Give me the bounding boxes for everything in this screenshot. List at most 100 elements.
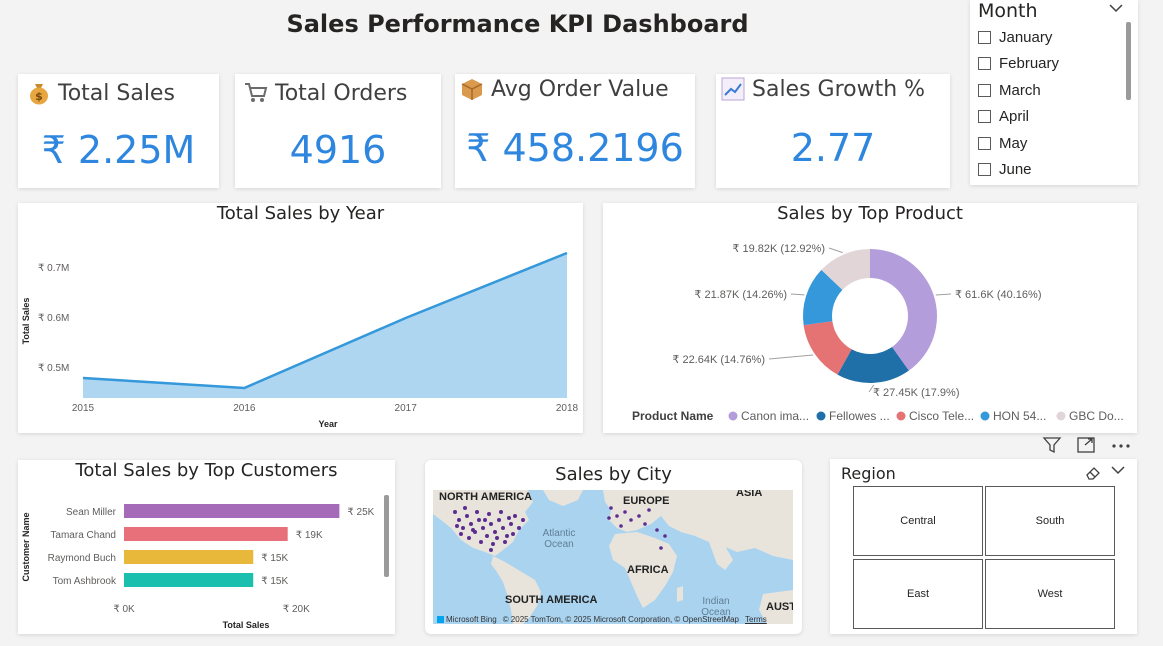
package-icon bbox=[461, 79, 483, 100]
map-sales-by-city[interactable]: Sales by City NORTH AMERICA EUROPE ASIA … bbox=[425, 460, 802, 634]
donut-chart: ₹ 61.6K (40.16%) ₹ 27.45K (17.9%) ₹ 22.64K… bbox=[632, 243, 1124, 423]
bar[interactable] bbox=[124, 573, 254, 587]
month-option[interactable]: June bbox=[978, 157, 1059, 184]
kpi-card-total-orders[interactable]: Total Orders 4916 bbox=[235, 74, 441, 188]
scrollbar[interactable] bbox=[1126, 22, 1131, 100]
x-axis-label: Year bbox=[318, 419, 338, 429]
month-option[interactable]: January bbox=[978, 24, 1059, 51]
data-label: ₹ 19K bbox=[296, 530, 323, 541]
chart-sales-by-year[interactable]: Total Sales by Year ₹ 0.5M ₹ 0.6M ₹ 0.7M 20… bbox=[18, 203, 583, 433]
checkbox[interactable] bbox=[978, 57, 991, 71]
slicer-title: Month bbox=[978, 0, 1038, 22]
leader-line bbox=[790, 293, 805, 296]
kpi-value: ₹ 2.25M bbox=[41, 128, 196, 172]
region-tile-west[interactable]: West bbox=[985, 559, 1115, 629]
kpi-card-sales-growth[interactable]: Sales Growth % 2.77 bbox=[716, 74, 950, 188]
city-marker bbox=[609, 506, 613, 510]
kpi-title-row: $ Total Sales bbox=[26, 80, 175, 106]
map-terms-link[interactable]: Terms bbox=[745, 615, 767, 624]
city-marker bbox=[475, 510, 479, 514]
kpi-card-avg-order-value[interactable]: Avg Order Value ₹ 458.2196 bbox=[455, 74, 695, 188]
focus-mode-icon[interactable] bbox=[1076, 436, 1096, 454]
legend-marker[interactable] bbox=[980, 411, 990, 421]
legend-item[interactable]: Canon ima... bbox=[741, 409, 809, 423]
filter-icon[interactable] bbox=[1042, 436, 1062, 454]
month-slicer[interactable]: Month January February March April May J… bbox=[970, 0, 1138, 185]
area-chart: ₹ 0.5M ₹ 0.6M ₹ 0.7M 2015 2016 2017 2018 Year To… bbox=[21, 251, 579, 429]
legend-item[interactable]: Fellowes ... bbox=[829, 409, 890, 423]
legend-item[interactable]: Cisco Tele... bbox=[909, 409, 974, 423]
chevron-down-icon[interactable] bbox=[1108, 2, 1124, 14]
map-label-australia: AUST bbox=[766, 601, 793, 613]
city-marker bbox=[509, 522, 513, 526]
city-marker bbox=[499, 510, 503, 514]
city-marker bbox=[471, 528, 475, 532]
city-marker bbox=[455, 524, 459, 528]
kpi-title: Sales Growth % bbox=[752, 76, 926, 102]
chart-sales-by-top-product[interactable]: Sales by Top Product ₹ 61.6K (40.16%) ₹ 2… bbox=[603, 203, 1137, 433]
checkbox[interactable] bbox=[978, 163, 991, 177]
checkbox[interactable] bbox=[978, 136, 991, 150]
y-tick-label: ₹ 0.7M bbox=[38, 263, 69, 274]
svg-text:$: $ bbox=[35, 90, 43, 103]
kpi-card-total-sales[interactable]: $ Total Sales ₹ 2.25M bbox=[18, 74, 219, 188]
y-axis-label: Total Sales bbox=[21, 298, 31, 345]
legend-marker[interactable] bbox=[816, 411, 826, 421]
region-tile-south[interactable]: South bbox=[985, 486, 1115, 556]
donut-slice[interactable] bbox=[870, 249, 937, 371]
city-marker bbox=[615, 514, 619, 518]
region-tile-central[interactable]: Central bbox=[853, 486, 983, 556]
scrollbar[interactable] bbox=[384, 495, 389, 577]
bar[interactable] bbox=[124, 527, 288, 541]
region-tile-east[interactable]: East bbox=[853, 559, 983, 629]
checkbox[interactable] bbox=[978, 110, 991, 124]
month-label: June bbox=[999, 161, 1032, 179]
kpi-title-row: Total Orders bbox=[243, 80, 407, 106]
checkbox[interactable] bbox=[978, 30, 991, 44]
y-tick-label: Raymond Buch bbox=[48, 553, 116, 564]
city-marker bbox=[493, 530, 497, 534]
kpi-title-row: Avg Order Value bbox=[459, 76, 669, 102]
bar[interactable] bbox=[124, 504, 340, 518]
y-tick-label: ₹ 0.6M bbox=[38, 313, 69, 324]
city-marker bbox=[497, 518, 501, 522]
month-label: April bbox=[999, 108, 1030, 126]
city-marker bbox=[521, 518, 525, 522]
data-label: ₹ 22.64K (14.76%) bbox=[672, 354, 765, 366]
month-label: January bbox=[999, 28, 1053, 46]
chevron-down-icon[interactable] bbox=[1110, 464, 1126, 476]
x-axis-label: Total Sales bbox=[223, 620, 270, 630]
area-fill bbox=[83, 253, 567, 398]
city-marker bbox=[495, 536, 499, 540]
city-marker bbox=[607, 516, 611, 520]
bar-chart: Sean Miller ₹ 25K Tamara Chand ₹ 19K Raymond… bbox=[21, 504, 375, 630]
legend-item[interactable]: GBC Do... bbox=[1069, 409, 1124, 423]
checkbox[interactable] bbox=[978, 83, 991, 97]
city-marker bbox=[469, 522, 473, 526]
month-option[interactable]: February bbox=[978, 51, 1059, 78]
region-slicer[interactable]: Region Central South East West bbox=[830, 459, 1137, 634]
y-tick-label: Tom Ashbrook bbox=[53, 576, 117, 587]
city-marker bbox=[663, 534, 667, 538]
kpi-title: Avg Order Value bbox=[491, 76, 669, 102]
map-attribution-bar: Microsoft Bing © 2025 TomTom, © 2025 Micr… bbox=[433, 615, 793, 624]
eraser-icon[interactable] bbox=[1084, 465, 1102, 481]
month-option[interactable]: May bbox=[978, 130, 1059, 157]
month-label: May bbox=[999, 134, 1028, 152]
city-marker bbox=[511, 532, 515, 536]
legend-marker[interactable] bbox=[1056, 411, 1066, 421]
city-marker bbox=[491, 542, 495, 546]
bar[interactable] bbox=[124, 550, 254, 564]
city-marker bbox=[477, 518, 481, 522]
legend-marker[interactable] bbox=[896, 411, 906, 421]
month-option[interactable]: March bbox=[978, 77, 1059, 104]
legend-marker[interactable] bbox=[728, 411, 738, 421]
chart-sales-by-top-customers[interactable]: Total Sales by Top Customers Sean Miller… bbox=[18, 460, 395, 634]
month-option[interactable]: April bbox=[978, 104, 1059, 131]
legend-item[interactable]: HON 54... bbox=[993, 409, 1046, 423]
map-canvas[interactable]: NORTH AMERICA EUROPE ASIA AFRICA SOUTH A… bbox=[433, 490, 793, 624]
city-marker bbox=[647, 508, 651, 512]
city-marker bbox=[483, 518, 487, 522]
more-options-icon[interactable] bbox=[1110, 436, 1132, 454]
continent-south-america bbox=[491, 556, 541, 624]
